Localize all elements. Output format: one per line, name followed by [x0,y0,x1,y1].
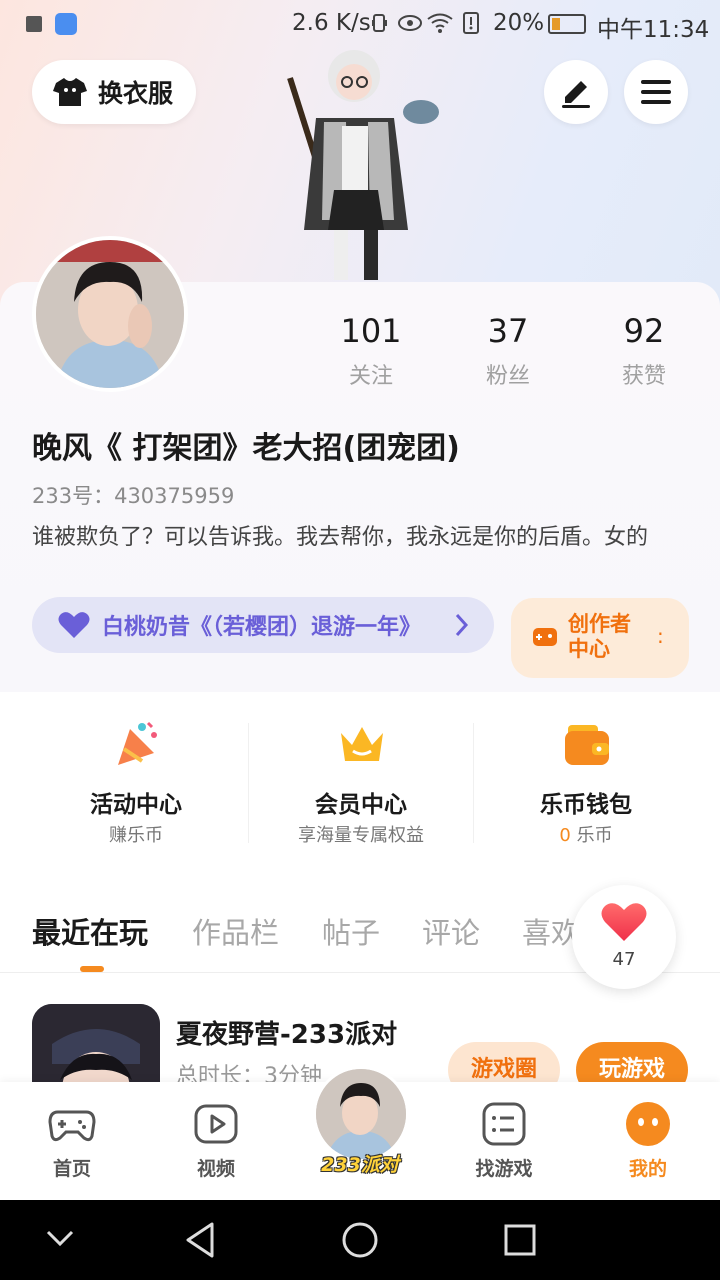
user-id: 233号：430375959 [32,484,235,508]
member-center-title: 会员中心 [315,792,407,818]
creator-center-button[interactable]: 创作者中心 : [511,598,689,678]
play-icon [194,1104,238,1144]
chevron-right-icon [455,613,469,637]
fans-count: 37 [487,312,529,350]
tab-posts[interactable]: 帖子 [322,910,380,952]
collapse-icon [46,1230,74,1247]
tshirt-icon [53,78,87,106]
tab-recent[interactable]: 最近在玩 [32,910,148,952]
coin-wallet-sub: 0 乐币 [472,821,700,847]
stat-likes[interactable]: 92 获赞 [589,312,699,390]
me-icon [626,1102,670,1146]
activity-center-title: 活动中心 [90,792,182,818]
signal-wifi-icons [371,12,479,34]
party-avatar-button[interactable] [313,1066,409,1162]
like-count: 47 [612,949,636,970]
like-button[interactable]: 47 [572,885,676,989]
creator-more: : [657,624,664,648]
heart-icon [601,903,647,941]
pen-icon [562,81,590,108]
nav-me[interactable]: 我的 [588,1082,708,1200]
list-icon [482,1102,526,1146]
tab-comments[interactable]: 评论 [422,910,480,952]
activity-center[interactable]: 活动中心 赚乐币 [22,703,250,859]
nav-video[interactable]: 视频 [156,1082,276,1200]
system-nav-icons [46,1222,536,1258]
menu-button[interactable] [624,60,688,124]
edit-profile-button[interactable] [544,60,608,124]
nav-find-games[interactable]: 找游戏 [444,1082,564,1200]
home-icon [342,1222,378,1258]
change-outfit-button[interactable]: 换衣服 [32,60,196,124]
coin-unit: 乐币 [576,825,613,846]
nav-me-label: 我的 [628,1158,667,1180]
creator-center-label: 创作者中心 [568,612,631,661]
group-label: 白桃奶昔《（若樱团）退游一年》 [102,615,422,640]
coin-balance: 0 [559,825,571,846]
shield-icon [55,13,77,35]
stat-fans[interactable]: 37 粉丝 [453,312,563,390]
party-avatar-image [316,1069,406,1159]
back-icon [186,1222,214,1258]
change-outfit-label: 换衣服 [98,79,174,108]
avatar-photo [36,240,184,388]
member-center-sub: 享海量专属权益 [298,825,424,846]
activity-center-sub: 赚乐币 [109,825,163,846]
group-pill[interactable]: 白桃奶昔《（若樱团）退游一年》 [32,597,494,653]
recents-icon [504,1224,536,1256]
likes-label: 获赞 [621,364,666,389]
clock: 中午11:34 [597,17,710,43]
nav-home[interactable]: 首页 [12,1082,132,1200]
network-speed: 2.6 K/s [292,10,371,36]
battery-percent: 20% [493,10,545,36]
coin-wallet-title: 乐币钱包 [540,792,632,818]
notification-icon [26,16,42,32]
avatar-character[interactable] [276,40,446,285]
wallet-icon [565,725,609,765]
member-center[interactable]: 会员中心 享海量专属权益 [247,703,475,859]
nav-home-label: 首页 [52,1158,91,1180]
following-count: 101 [340,312,402,350]
nickname: 晚风《 打架团》老大招(团宠团) [32,431,460,466]
tab-works[interactable]: 作品栏 [192,910,279,952]
status-icons [371,10,490,42]
nav-find-games-label: 找游戏 [475,1158,533,1180]
services-panel: 活动中心 赚乐币 会员中心 享海量专属权益 乐币钱包 0 乐币 [18,703,704,859]
party-popper-icon [118,721,157,765]
game-title[interactable]: 夏夜野营-233派对 [176,1014,397,1051]
gamepad-icon [48,1110,96,1142]
likes-count: 92 [623,312,665,350]
stat-following[interactable]: 101 关注 [316,312,426,390]
battery-icon [548,14,586,34]
heart-icon [58,612,90,638]
coin-wallet[interactable]: 乐币钱包 0 乐币 [472,703,700,859]
following-label: 关注 [348,364,393,389]
party-label: 233派对 [321,1154,399,1176]
nav-video-label: 视频 [196,1158,235,1180]
gamepad-icon [533,628,557,646]
crown-icon [341,727,383,761]
profile-avatar[interactable] [32,236,188,392]
fans-label: 粉丝 [485,364,530,389]
hamburger-icon [641,80,671,104]
bio: 谁被欺负了？可以告诉我。我去帮你，我永远是你的后盾。女的 [32,525,649,550]
system-nav-bar [0,1200,720,1280]
